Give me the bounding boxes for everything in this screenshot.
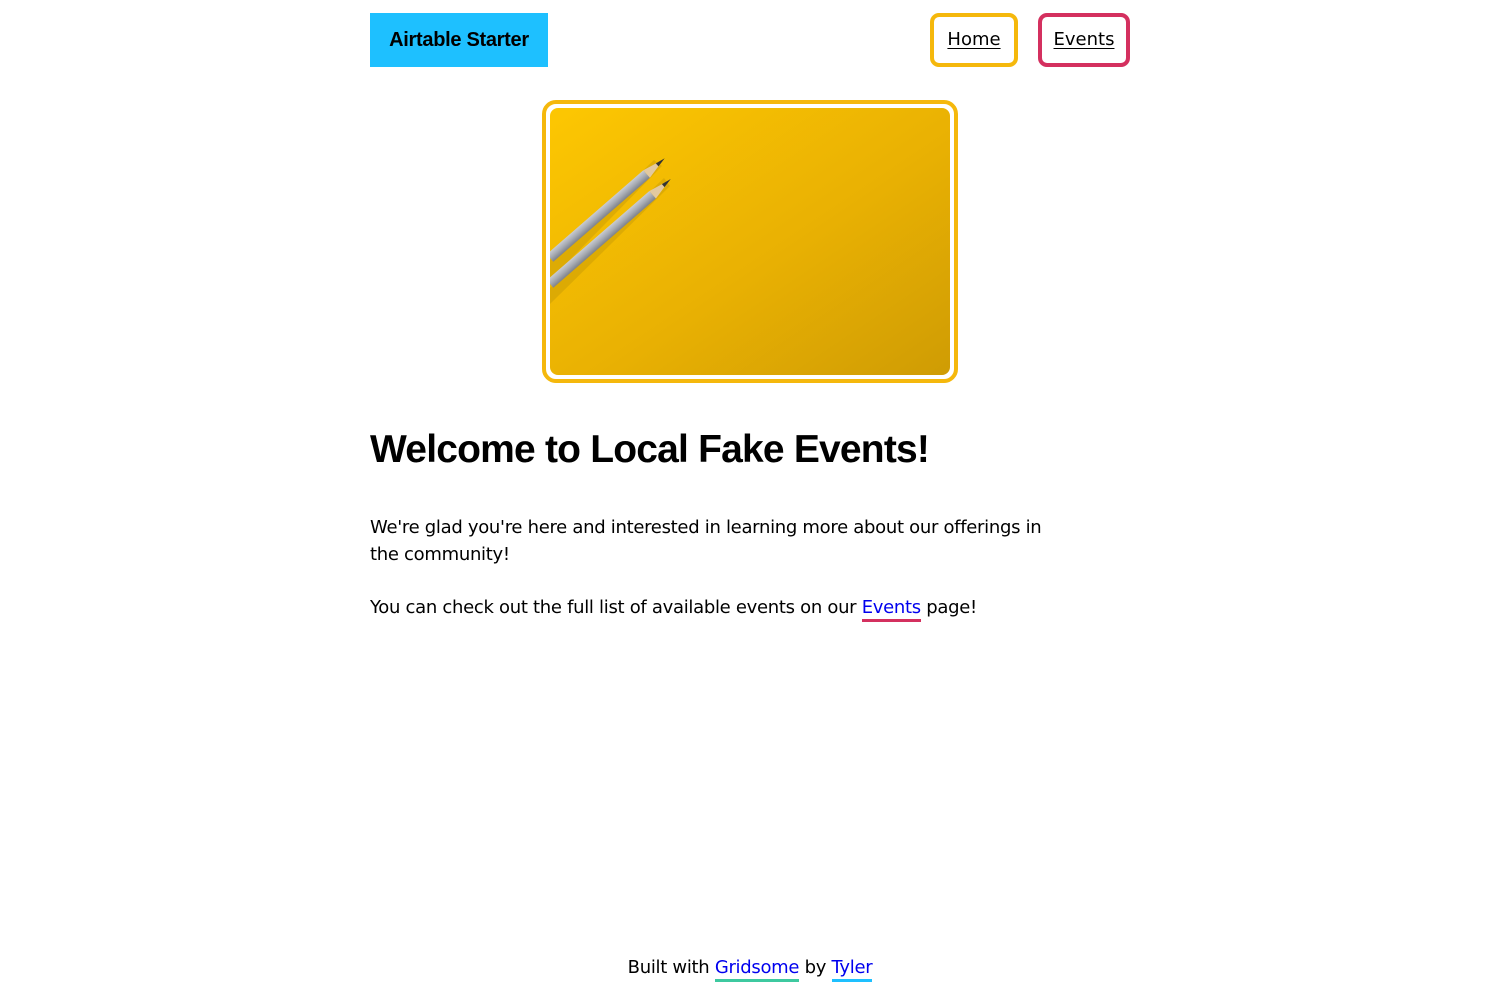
events-paragraph: You can check out the full list of avail…: [370, 594, 1060, 622]
nav-events-link[interactable]: Events: [1038, 13, 1130, 67]
brand-logo-link[interactable]: Airtable Starter: [370, 13, 548, 67]
inline-events-link[interactable]: Events: [861, 597, 921, 622]
page: Airtable Starter Home Events Welcome to …: [0, 0, 1500, 1000]
author-link[interactable]: Tyler: [831, 957, 873, 982]
pencils-on-yellow-image: [550, 108, 950, 375]
page-title: Welcome to Local Fake Events!: [370, 428, 930, 471]
site-footer: Built with Gridsome by Tyler: [0, 954, 1500, 982]
gridsome-link[interactable]: Gridsome: [714, 957, 799, 982]
intro-paragraph: We're glad you're here and interested in…: [370, 517, 1042, 565]
footer-by: by: [804, 957, 827, 978]
hero-image-frame: [542, 100, 958, 383]
events-paragraph-suffix: page!: [926, 597, 977, 618]
nav-home-link[interactable]: Home: [930, 13, 1018, 67]
site-header: Airtable Starter Home Events: [370, 13, 1130, 67]
footer-built-with: Built with: [627, 957, 710, 978]
events-paragraph-text: You can check out the full list of avail…: [370, 597, 857, 618]
